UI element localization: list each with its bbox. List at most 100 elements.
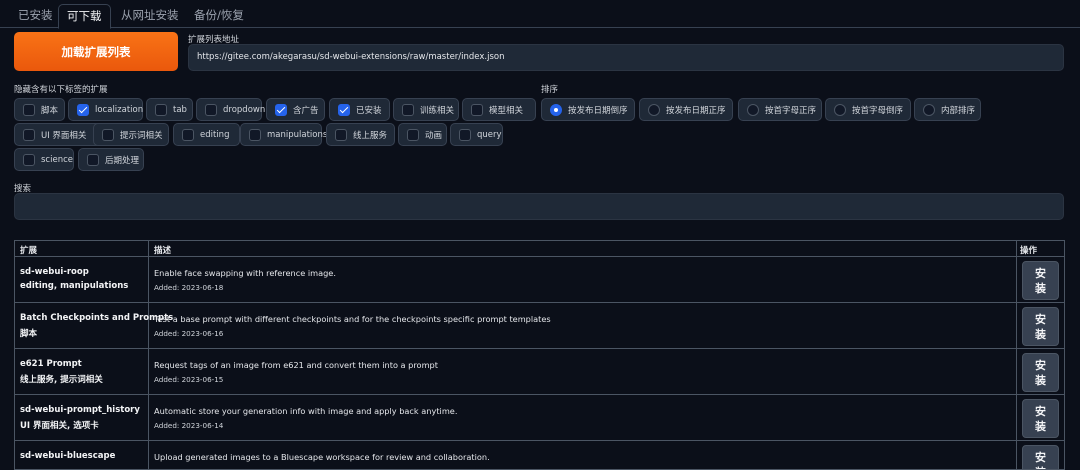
hide-tag-label: dropdown [223,104,266,115]
sort-option-label: 按首字母正序 [765,105,817,116]
checkbox-icon[interactable] [155,104,167,116]
checkbox-icon[interactable] [249,129,261,141]
extension-name-link[interactable]: sd-webui-bluescape [20,451,115,461]
hide-tag-checkbox[interactable]: 已安装 [329,98,390,121]
hide-tag-label: manipulations [267,129,328,140]
header-extension: 扩展 [20,246,38,256]
hide-tag-checkbox[interactable]: science [14,148,74,171]
extension-description: Test a base prompt with different checkp… [154,314,551,324]
hide-tag-label: 模型相关 [489,105,524,116]
radio-icon[interactable] [747,104,759,116]
sort-radio-option[interactable]: 按发布日期倒序 [541,98,635,121]
tab-install-from-url[interactable]: 从网址安装 [113,4,187,28]
checkbox-icon[interactable] [471,104,483,116]
checkbox-icon[interactable] [77,104,89,116]
checkbox-icon[interactable] [23,104,35,116]
hide-tag-label: localization [95,104,144,115]
extension-name-link[interactable]: sd-webui-roop [20,267,89,277]
checkbox-icon[interactable] [459,129,471,141]
hide-tag-label: 已安装 [356,105,382,116]
extension-name-link[interactable]: e621 Prompt [20,359,82,369]
table-row: sd-webui-bluescape Upload generated image… [15,442,1064,469]
sort-radio-option[interactable]: 内部排序 [914,98,981,121]
hide-tags-label: 隐藏含有以下标签的扩展 [14,85,108,95]
sort-option-label: 按发布日期正序 [666,105,726,116]
hide-tag-label: 线上服务 [353,130,388,141]
hide-tag-checkbox[interactable]: localization [68,98,143,121]
hide-tag-checkbox[interactable]: 脚本 [14,98,65,121]
hide-tag-label: 脚本 [41,105,59,116]
hide-tag-label: 后期处理 [105,155,140,166]
radio-icon[interactable] [923,104,935,116]
table-row: sd-webui-prompt_history UI 界面相关, 选项卡 Autom… [15,396,1064,441]
hide-tag-checkbox[interactable]: manipulations [240,123,327,146]
hide-tag-checkbox[interactable]: 提示词相关 [93,123,169,146]
hide-tag-checkbox[interactable]: 线上服务 [326,123,395,146]
tab-bar: 已安装 可下载 从网址安装 备份/恢复 [0,0,1080,29]
hide-tag-label: science [41,154,73,165]
extension-description: Automatic store your generation info wit… [154,406,458,416]
extension-name-link[interactable]: sd-webui-prompt_history [20,405,140,415]
hide-tag-label: 含广告 [293,105,319,116]
radio-icon[interactable] [834,104,846,116]
header-action: 操作 [1020,246,1038,256]
hide-tag-checkbox[interactable]: editing [173,123,240,146]
install-button[interactable]: 安装 [1022,261,1059,300]
extension-tags: editing, manipulations [20,281,129,291]
install-button[interactable]: 安装 [1022,445,1059,469]
checkbox-icon[interactable] [205,104,217,116]
extension-name-link[interactable]: Batch Checkpoints and Prompts [20,313,173,323]
hide-tag-checkbox[interactable]: dropdown [196,98,266,121]
tab-installed[interactable]: 已安装 [10,4,61,28]
sort-radio-option[interactable]: 按首字母正序 [738,98,822,121]
install-button[interactable]: 安装 [1022,307,1059,346]
extension-description: Enable face swapping with reference imag… [154,268,336,278]
extension-added-date: Added: 2023-06-15 [154,375,224,384]
extensions-table: 扩展 描述 操作 sd-webui-roop editing, manipulat… [14,240,1065,470]
checkbox-icon[interactable] [23,129,35,141]
checkbox-icon[interactable] [407,129,419,141]
checkbox-icon[interactable] [335,129,347,141]
checkbox-icon[interactable] [275,104,287,116]
checkbox-icon[interactable] [87,154,99,166]
hide-tag-label: 提示词相关 [120,130,163,141]
hide-tag-label: tab [173,104,187,115]
checkbox-icon[interactable] [182,129,194,141]
radio-icon[interactable] [648,104,660,116]
radio-icon[interactable] [550,104,562,116]
install-button[interactable]: 安装 [1022,399,1059,438]
tab-backup-restore[interactable]: 备份/恢复 [186,4,252,28]
checkbox-icon[interactable] [102,129,114,141]
checkbox-icon[interactable] [23,154,35,166]
tab-available[interactable]: 可下载 [58,4,111,29]
extension-description: Upload generated images to a Bluescape w… [154,452,490,462]
extension-added-date: Added: 2023-06-16 [154,329,224,338]
hide-tag-checkbox[interactable]: tab [146,98,193,121]
checkbox-icon[interactable] [338,104,350,116]
sort-radio-option[interactable]: 按发布日期正序 [639,98,733,121]
sort-radio-option[interactable]: 按首字母倒序 [825,98,911,121]
hide-tag-label: 动画 [425,130,443,141]
sort-label: 排序 [541,85,559,95]
sort-option-label: 按首字母倒序 [852,105,904,116]
hide-tag-label: editing [200,129,230,140]
hide-tag-label: 训练相关 [420,105,455,116]
table-row: Batch Checkpoints and Prompts 脚本 Test a ba… [15,304,1064,349]
search-input[interactable] [14,193,1064,220]
load-extension-list-button[interactable]: 加载扩展列表 [14,32,178,71]
hide-tag-checkbox[interactable]: 含广告 [266,98,325,121]
hide-tag-checkbox[interactable]: 模型相关 [462,98,536,121]
header-description: 描述 [154,246,172,256]
table-row: sd-webui-roop editing, manipulations Enabl… [15,258,1064,303]
table-row: e621 Prompt 线上服务, 提示词相关 Request tags of an… [15,350,1064,395]
table-header: 扩展 描述 操作 [15,241,1064,257]
hide-tag-checkbox[interactable]: 训练相关 [393,98,459,121]
hide-tag-checkbox[interactable]: 后期处理 [78,148,144,171]
extension-tags: 线上服务, 提示词相关 [20,375,103,385]
install-button[interactable]: 安装 [1022,353,1059,392]
hide-tag-checkbox[interactable]: query [450,123,503,146]
checkbox-icon[interactable] [402,104,414,116]
extension-list-url-input[interactable]: https://gitee.com/akegarasu/sd-webui-ext… [188,44,1064,71]
sort-option-label: 按发布日期倒序 [568,105,628,116]
hide-tag-checkbox[interactable]: 动画 [398,123,447,146]
